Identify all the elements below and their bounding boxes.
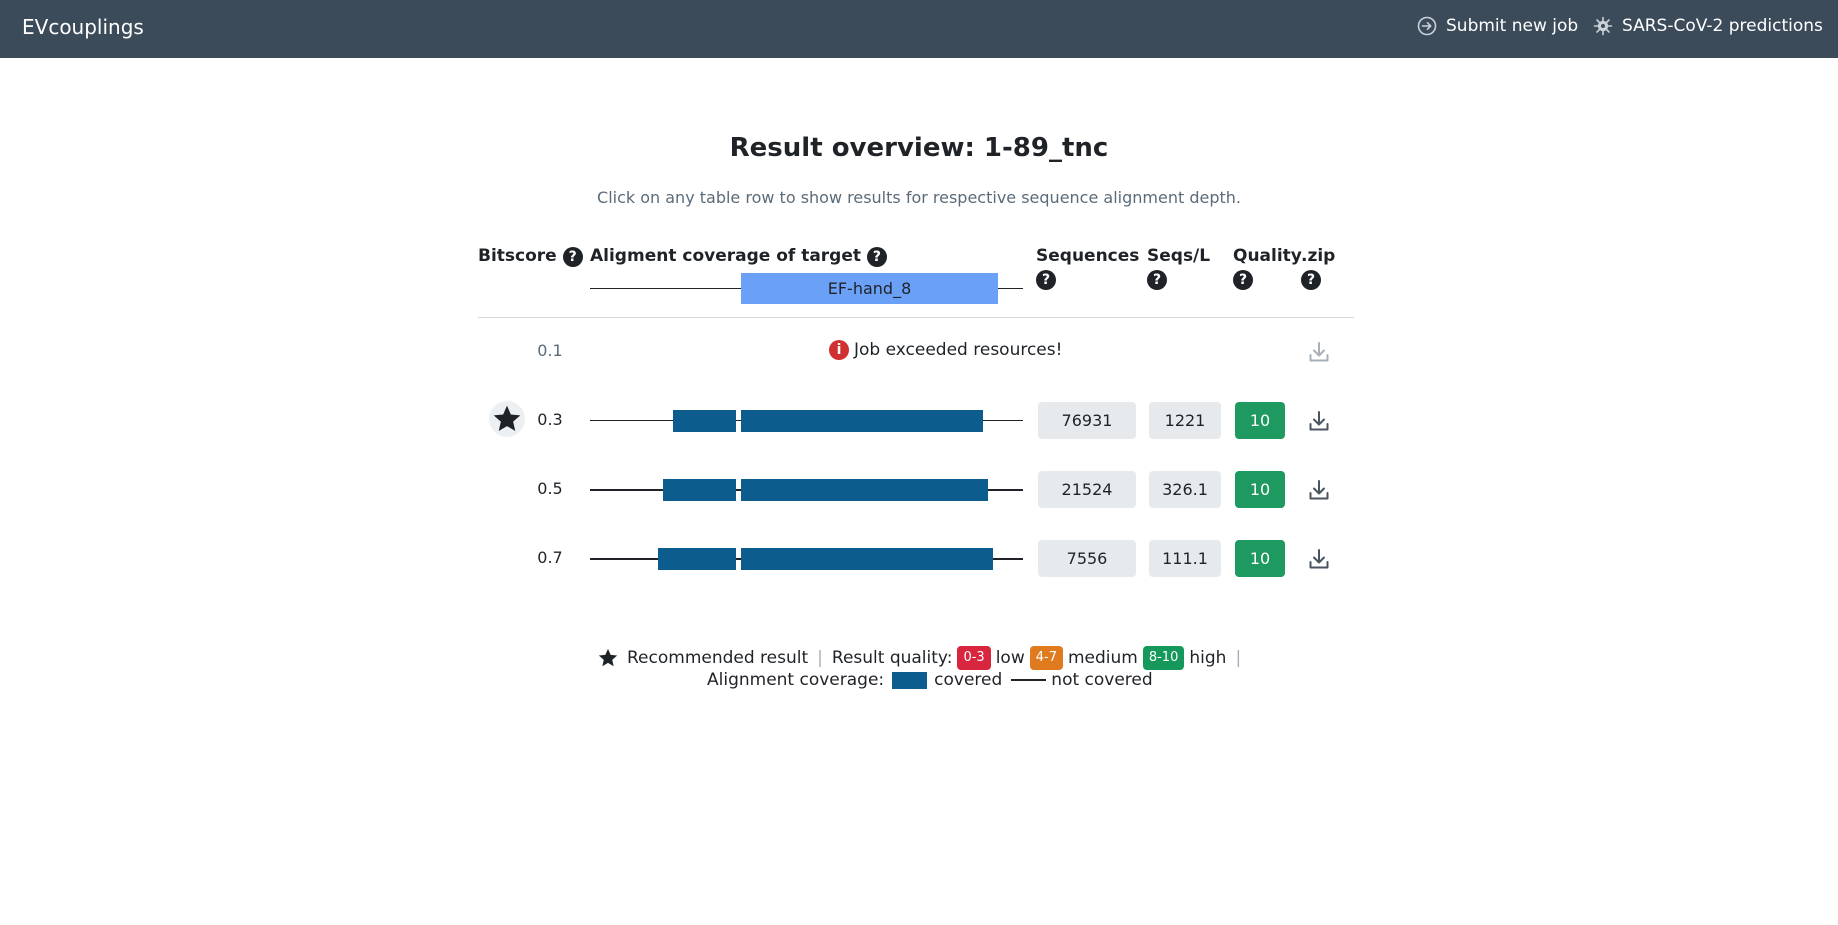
- legend-low-label: low: [995, 648, 1025, 668]
- legend-separator: |: [817, 648, 823, 668]
- coverage-segment: [741, 548, 993, 570]
- coverage-segment: [658, 548, 736, 570]
- sars-cov-2-label: SARS-CoV-2 predictions: [1622, 16, 1823, 36]
- row-bitscore: 0.5: [537, 479, 563, 498]
- download-icon[interactable]: [1307, 409, 1331, 433]
- virus-icon: [1593, 16, 1613, 36]
- domain-ef-hand-8[interactable]: EF-hand_8: [741, 273, 998, 304]
- bitscore-header-label: Bitscore: [478, 246, 557, 266]
- row-sequences: 21524: [1038, 471, 1136, 508]
- sequences-help-icon[interactable]: ?: [1036, 270, 1056, 290]
- arrow-circle-icon: [1417, 16, 1437, 36]
- info-circle-icon: i: [829, 340, 849, 360]
- legend-covered-swatch: [892, 671, 928, 689]
- legend-coverage-label: Alignment coverage:: [707, 670, 885, 690]
- header-divider: [478, 317, 1354, 318]
- legend-not-covered-line: [1011, 679, 1047, 681]
- sars-cov-2-link[interactable]: SARS-CoV-2 predictions: [1593, 16, 1823, 36]
- legend-separator: |: [1235, 648, 1242, 668]
- row-error-message: i Job exceeded resources!: [829, 340, 1062, 360]
- seqs-per-l-header: Seqs/L: [1147, 246, 1211, 266]
- row-sequences: 76931: [1038, 402, 1136, 439]
- table-row[interactable]: 0.5 21524 326.1 10: [0, 469, 1838, 509]
- page-title: Result overview: 1-89_tnc: [729, 133, 1109, 163]
- legend-covered-label: covered: [934, 670, 1003, 690]
- legend-coverage: Alignment coverage: covered not covered: [707, 670, 1153, 690]
- zip-help-icon[interactable]: ?: [1301, 270, 1321, 290]
- row-seqs-per-l: 326.1: [1149, 471, 1221, 508]
- coverage-help-icon[interactable]: ?: [866, 247, 887, 267]
- coverage-segment: [741, 479, 988, 501]
- row-quality: 10: [1235, 402, 1285, 439]
- row-seqs-per-l: 1221: [1149, 402, 1221, 439]
- legend-quality-label: Result quality:: [831, 648, 953, 668]
- legend-quality: Recommended result | Result quality: 0-3…: [597, 646, 1250, 670]
- download-icon[interactable]: [1307, 478, 1331, 502]
- row-quality: 10: [1235, 471, 1285, 508]
- page-subtitle: Click on any table row to show results f…: [597, 188, 1241, 207]
- brand-link[interactable]: EVcouplings: [22, 15, 144, 39]
- legend-medium-badge: 4-7: [1029, 646, 1063, 670]
- bitscore-help-icon[interactable]: ?: [562, 247, 583, 267]
- row-sequences: 7556: [1038, 540, 1136, 577]
- seqs-per-l-help-icon[interactable]: ?: [1147, 270, 1167, 290]
- legend-not-covered-label: not covered: [1051, 670, 1153, 690]
- sequences-header: Sequences: [1036, 246, 1140, 266]
- quality-header: Quality: [1233, 246, 1302, 266]
- coverage-segment: [673, 410, 736, 432]
- legend-low-badge: 0-3: [957, 646, 991, 670]
- row-bitscore: 0.3: [537, 410, 563, 429]
- submit-new-job-link[interactable]: Submit new job: [1417, 16, 1578, 36]
- navbar: EVcouplings Submit new job SARS-CoV-2 pr…: [0, 0, 1838, 58]
- download-icon[interactable]: [1307, 547, 1331, 571]
- download-icon[interactable]: [1307, 340, 1331, 364]
- row-quality: 10: [1235, 540, 1285, 577]
- legend-recommended-label: Recommended result: [627, 648, 809, 668]
- coverage-header: Aligment coverage of target ?: [590, 246, 887, 267]
- row-bitscore: 0.7: [537, 548, 563, 567]
- row-error-text: Job exceeded resources!: [854, 340, 1063, 360]
- legend-high-label: high: [1189, 648, 1227, 668]
- table-row[interactable]: 0.7 7556 111.1 10: [0, 538, 1838, 578]
- legend-high-badge: 8-10: [1142, 646, 1185, 670]
- row-bitscore: 0.1: [537, 341, 563, 360]
- submit-new-job-label: Submit new job: [1446, 16, 1579, 36]
- coverage-segment: [741, 410, 983, 432]
- star-icon: [598, 648, 618, 667]
- row-seqs-per-l: 111.1: [1149, 540, 1221, 577]
- table-row[interactable]: 0.3 76931 1221 10: [0, 400, 1838, 440]
- coverage-segment: [663, 479, 736, 501]
- zip-header: .zip: [1301, 246, 1336, 266]
- bitscore-header: Bitscore ?: [478, 246, 583, 267]
- coverage-header-label: Aligment coverage of target: [590, 246, 862, 266]
- legend-medium-label: medium: [1067, 648, 1138, 668]
- quality-help-icon[interactable]: ?: [1233, 270, 1253, 290]
